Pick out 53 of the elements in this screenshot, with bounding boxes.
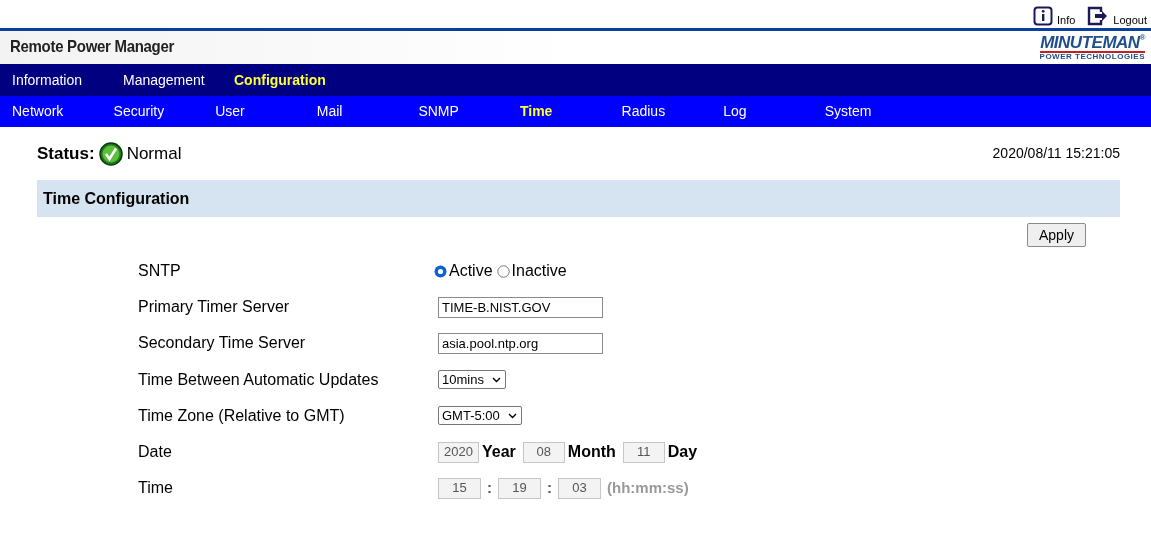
dropdown[interactable]: GMT-5:00 (438, 406, 522, 426)
time-field[interactable]: 03 (558, 477, 601, 499)
section-title: Time Configuration (43, 188, 190, 209)
field-label: Time Zone (Relative to GMT) (138, 405, 346, 426)
format-hint: (hh:mm:ss) (607, 477, 689, 498)
caret-icon (491, 376, 501, 383)
nav-tab[interactable]: Management (123, 69, 234, 91)
field-label: Primary Timer Server (138, 297, 291, 318)
unit-label: Day (667, 442, 698, 463)
date-field[interactable]: 11 (622, 441, 665, 463)
top-link[interactable]: Info (1033, 6, 1076, 26)
field-label: SNTP (138, 261, 182, 282)
sub-nav-tab[interactable]: System (824, 101, 927, 122)
caret-icon (507, 412, 517, 419)
date-field[interactable]: 2020 (438, 441, 479, 463)
status-value: Normal (126, 142, 182, 165)
dropdown[interactable]: 10mins (438, 370, 506, 390)
apply-button[interactable]: Apply (1027, 223, 1086, 247)
unit-label: Year (482, 442, 516, 463)
check-icon (98, 141, 123, 166)
time-field[interactable]: 19 (498, 477, 541, 499)
sub-nav-tab[interactable]: SNMP (418, 101, 520, 122)
time-separator: : (547, 477, 552, 498)
time-field[interactable]: 15 (438, 477, 481, 499)
field-label: Secondary Time Server (138, 333, 307, 354)
radio-button-icon (496, 264, 510, 278)
sub-nav-tab[interactable]: Security (113, 101, 216, 122)
date-time: 2020/08/11 15:21:05 (992, 144, 1120, 163)
app-title: Remote Power Manager (10, 36, 175, 59)
time-separator: : (487, 477, 492, 498)
sub-nav-tab[interactable]: Mail (316, 101, 419, 122)
sub-nav-tab[interactable]: Radius (621, 101, 724, 122)
sub-nav-tab[interactable]: Time (519, 101, 622, 122)
sub-nav-tab[interactable]: Network (12, 101, 114, 122)
nav-tab[interactable]: Configuration (234, 69, 345, 91)
radio-option[interactable]: Inactive (496, 259, 567, 284)
sub-nav-tab[interactable]: User (215, 101, 317, 122)
brand-logo: MINUTEMAN® POWER TECHNOLOGIES (1039, 34, 1145, 61)
date-field[interactable]: 08 (522, 441, 565, 463)
sub-nav-tab[interactable]: Log (723, 101, 825, 122)
radio-button-icon (434, 264, 447, 278)
top-link[interactable]: Logout (1087, 6, 1147, 26)
unit-label: Month (567, 442, 616, 463)
info-icon (1033, 6, 1053, 26)
nav-tab[interactable]: Information (12, 69, 123, 91)
field-label: Time (138, 478, 174, 499)
status-label: Status: (37, 142, 95, 165)
field-label: Date (138, 442, 173, 463)
logout-icon (1087, 6, 1110, 26)
radio-option[interactable]: Active (434, 259, 493, 284)
text-field[interactable]: TIME-B.NIST.GOV (438, 296, 603, 318)
field-label: Time Between Automatic Updates (138, 369, 380, 390)
text-field[interactable]: asia.pool.ntp.org (438, 332, 603, 354)
